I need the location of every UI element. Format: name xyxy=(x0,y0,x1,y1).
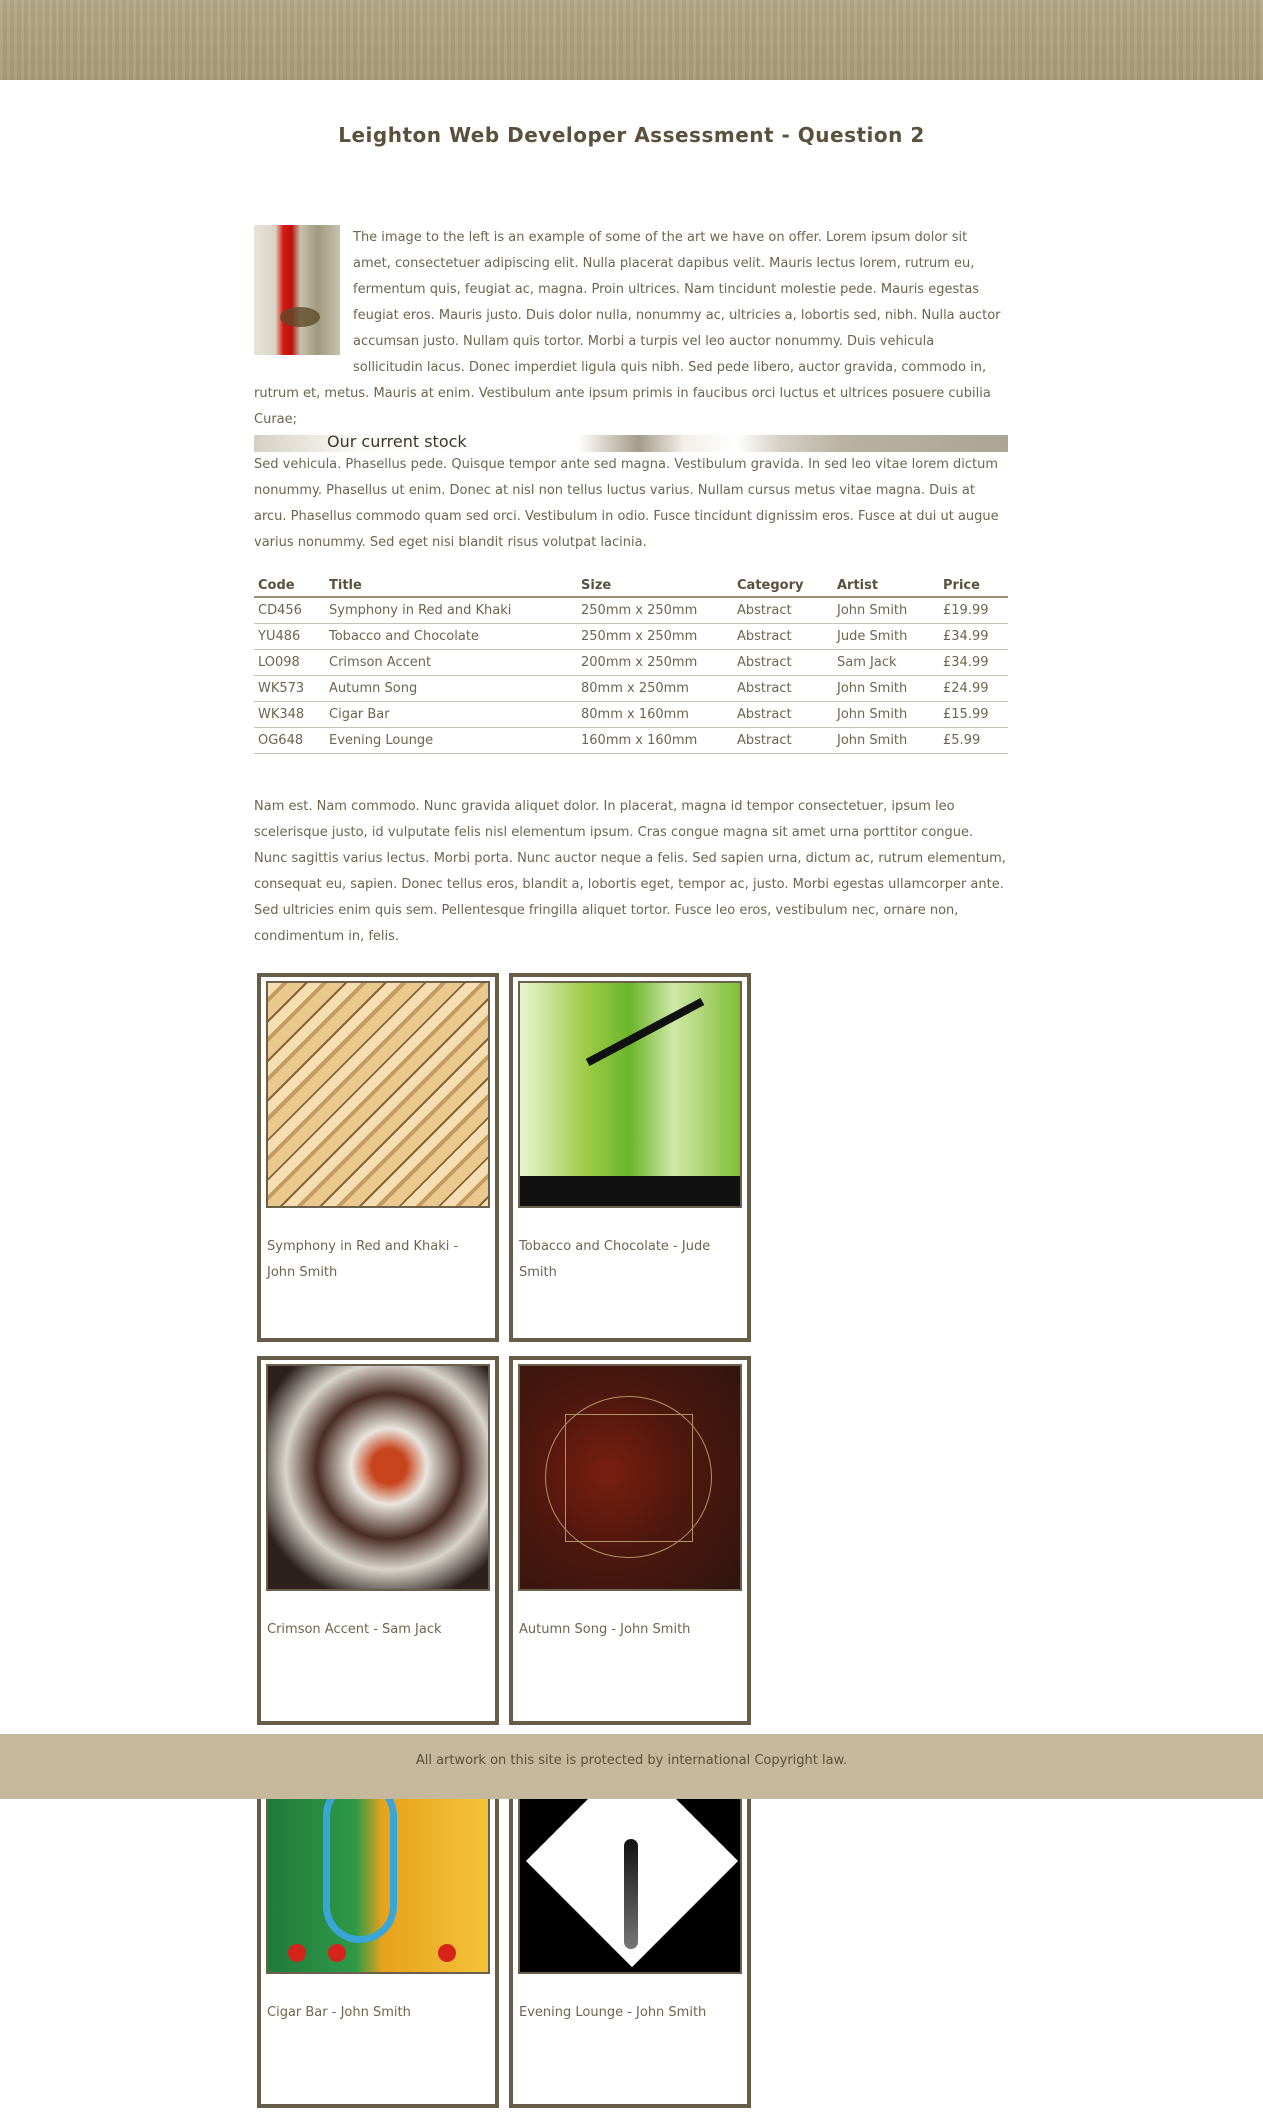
artwork-caption: Symphony in Red and Khaki - John Smith xyxy=(267,1239,459,1280)
cell-size: 80mm x 160mm xyxy=(577,701,733,728)
artwork-image xyxy=(266,981,490,1208)
cell-category: Abstract xyxy=(733,727,833,754)
cell-price: £34.99 xyxy=(939,649,1008,676)
main-content: The image to the left is an example of s… xyxy=(254,225,1008,2122)
stock-table: Code Title Size Category Artist Price CD… xyxy=(254,572,1008,754)
stock-heading-bar: Our current stock xyxy=(254,432,1008,452)
artwork-image xyxy=(518,1364,742,1591)
closing-paragraph: Nam est. Nam commodo. Nunc gravida aliqu… xyxy=(254,799,1006,944)
cell-artist: John Smith xyxy=(833,701,939,728)
cell-code: LO098 xyxy=(254,649,325,676)
gallery-card: Tobacco and Chocolate - Jude Smith xyxy=(509,973,751,1342)
cell-title: Evening Lounge xyxy=(325,727,577,754)
cell-code: OG648 xyxy=(254,727,325,754)
artwork-image xyxy=(518,981,742,1208)
cell-size: 250mm x 250mm xyxy=(577,597,733,624)
copyright-notice: All artwork on this site is protected by… xyxy=(415,1753,848,1768)
artwork-caption: Crimson Accent - Sam Jack xyxy=(267,1622,442,1637)
column-header-code: Code xyxy=(254,572,325,598)
column-header-category: Category xyxy=(733,572,833,598)
featured-artwork-thumbnail xyxy=(254,225,340,355)
stock-paragraph: Sed vehicula. Phasellus pede. Quisque te… xyxy=(254,457,999,550)
footer: All artwork on this site is protected by… xyxy=(0,1734,1263,1799)
cell-price: £19.99 xyxy=(939,597,1008,624)
cell-title: Tobacco and Chocolate xyxy=(325,623,577,650)
cell-code: YU486 xyxy=(254,623,325,650)
intro-text: The image to the left is an example of s… xyxy=(254,230,1001,427)
cell-title: Symphony in Red and Khaki xyxy=(325,597,577,624)
cell-size: 250mm x 250mm xyxy=(577,623,733,650)
stock-heading: Our current stock xyxy=(327,432,467,451)
cell-artist: John Smith xyxy=(833,597,939,624)
cell-price: £34.99 xyxy=(939,623,1008,650)
cell-artist: John Smith xyxy=(833,675,939,702)
column-header-title: Title xyxy=(325,572,577,598)
cell-code: CD456 xyxy=(254,597,325,624)
artwork-caption: Evening Lounge - John Smith xyxy=(519,2005,707,2020)
cell-category: Abstract xyxy=(733,623,833,650)
cell-price: £15.99 xyxy=(939,701,1008,728)
cell-code: WK573 xyxy=(254,675,325,702)
cell-size: 200mm x 250mm xyxy=(577,649,733,676)
cell-category: Abstract xyxy=(733,675,833,702)
header-banner xyxy=(0,0,1263,80)
cell-code: WK348 xyxy=(254,701,325,728)
cell-category: Abstract xyxy=(733,649,833,676)
cell-title: Crimson Accent xyxy=(325,649,577,676)
page-title: Leighton Web Developer Assessment - Ques… xyxy=(338,123,925,147)
gallery-card: Autumn Song - John Smith xyxy=(509,1356,751,1725)
cell-category: Abstract xyxy=(733,701,833,728)
column-header-size: Size xyxy=(577,572,733,598)
cell-size: 80mm x 250mm xyxy=(577,675,733,702)
intro-paragraph: The image to the left is an example of s… xyxy=(254,225,1008,433)
cell-title: Autumn Song xyxy=(325,675,577,702)
column-header-artist: Artist xyxy=(833,572,939,598)
table-row: CD456 Symphony in Red and Khaki 250mm x … xyxy=(254,597,1008,624)
cell-artist: Sam Jack xyxy=(833,649,939,676)
cell-price: £24.99 xyxy=(939,675,1008,702)
artwork-caption: Cigar Bar - John Smith xyxy=(267,2005,411,2020)
artwork-caption: Autumn Song - John Smith xyxy=(519,1622,691,1637)
cell-title: Cigar Bar xyxy=(325,701,577,728)
artwork-caption: Tobacco and Chocolate - Jude Smith xyxy=(519,1239,711,1280)
artwork-image xyxy=(266,1364,490,1591)
table-header-row: Code Title Size Category Artist Price xyxy=(254,572,1008,598)
cell-price: £5.99 xyxy=(939,727,1008,754)
table-row: YU486 Tobacco and Chocolate 250mm x 250m… xyxy=(254,623,1008,650)
cell-size: 160mm x 160mm xyxy=(577,727,733,754)
cell-artist: Jude Smith xyxy=(833,623,939,650)
table-row: OG648 Evening Lounge 160mm x 160mm Abstr… xyxy=(254,727,1008,754)
table-row: LO098 Crimson Accent 200mm x 250mm Abstr… xyxy=(254,649,1008,676)
column-header-price: Price xyxy=(939,572,1008,598)
gallery-card: Crimson Accent - Sam Jack xyxy=(257,1356,499,1725)
table-row: WK348 Cigar Bar 80mm x 160mm Abstract Jo… xyxy=(254,701,1008,728)
table-row: WK573 Autumn Song 80mm x 250mm Abstract … xyxy=(254,675,1008,702)
cell-category: Abstract xyxy=(733,597,833,624)
gallery-card: Symphony in Red and Khaki - John Smith xyxy=(257,973,499,1342)
cell-artist: John Smith xyxy=(833,727,939,754)
